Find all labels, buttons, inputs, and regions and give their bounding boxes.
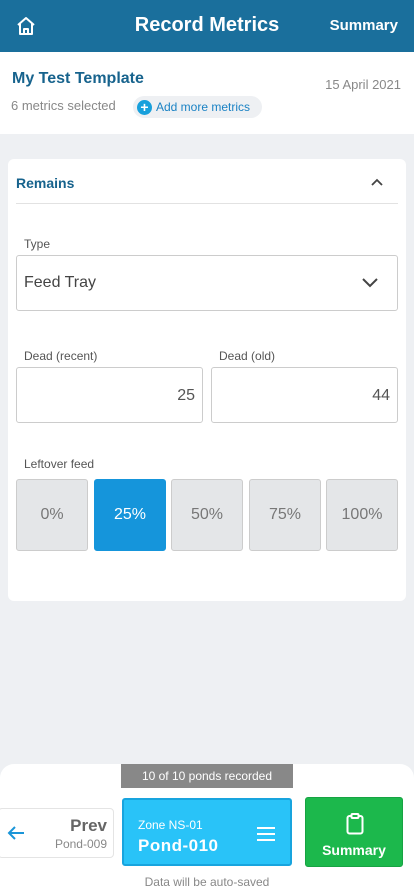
leftover-option-75[interactable]: 75% [249,479,321,551]
metrics-count: 6 metrics selected [11,98,116,113]
summary-button-label: Summary [322,842,386,858]
leftover-option-100[interactable]: 100% [326,479,398,551]
type-label: Type [24,237,51,251]
prev-pond-button[interactable]: Prev Pond-009 [0,808,114,858]
bottom-nav: 10 of 10 ponds recorded Prev Pond-009 Zo… [0,764,414,896]
ponds-recorded-badge: 10 of 10 ponds recorded [121,764,293,788]
prev-pond-name: Pond-009 [54,837,107,851]
prev-label: Prev [70,816,107,835]
menu-icon [257,827,275,841]
chevron-down-icon [362,278,378,288]
chevron-up-icon[interactable] [370,176,384,188]
arrow-left-icon [7,826,24,840]
dead-old-input[interactable]: 44 [211,367,398,423]
dead-old-label: Dead (old) [219,349,276,363]
header-summary-button[interactable]: Summary [330,17,398,34]
leftover-option-50[interactable]: 50% [171,479,243,551]
add-more-metrics-button[interactable]: + Add more metrics [133,96,263,118]
template-name: My Test Template [12,70,144,87]
home-icon[interactable] [14,14,38,38]
clipboard-icon [346,813,364,835]
add-more-label: Add more metrics [156,100,251,114]
current-pond-button[interactable]: Zone NS-01 Pond-010 [122,798,292,866]
summary-button[interactable]: Summary [305,797,403,867]
template-date: 15 April 2021 [325,77,401,92]
section-title: Remains [16,175,75,191]
type-select[interactable]: Feed Tray [16,255,398,311]
leftover-option-25[interactable]: 25% [94,479,166,551]
leftover-option-0[interactable]: 0% [16,479,88,551]
dead-recent-label: Dead (recent) [24,349,98,363]
autosave-note: Data will be auto-saved [144,875,270,889]
plus-icon: + [137,99,152,115]
remains-card: Remains Type Feed Tray Dead (recent) 25 … [8,159,406,601]
divider [16,203,398,204]
zone-label: Zone NS-01 [138,818,203,832]
current-pond-name: Pond-010 [138,836,219,855]
leftover-feed-label: Leftover feed [24,457,95,471]
app-header: Record Metrics Summary [0,0,414,52]
dead-recent-input[interactable]: 25 [16,367,203,423]
template-info: My Test Template 15 April 2021 6 metrics… [0,52,414,134]
type-select-value: Feed Tray [24,274,97,291]
